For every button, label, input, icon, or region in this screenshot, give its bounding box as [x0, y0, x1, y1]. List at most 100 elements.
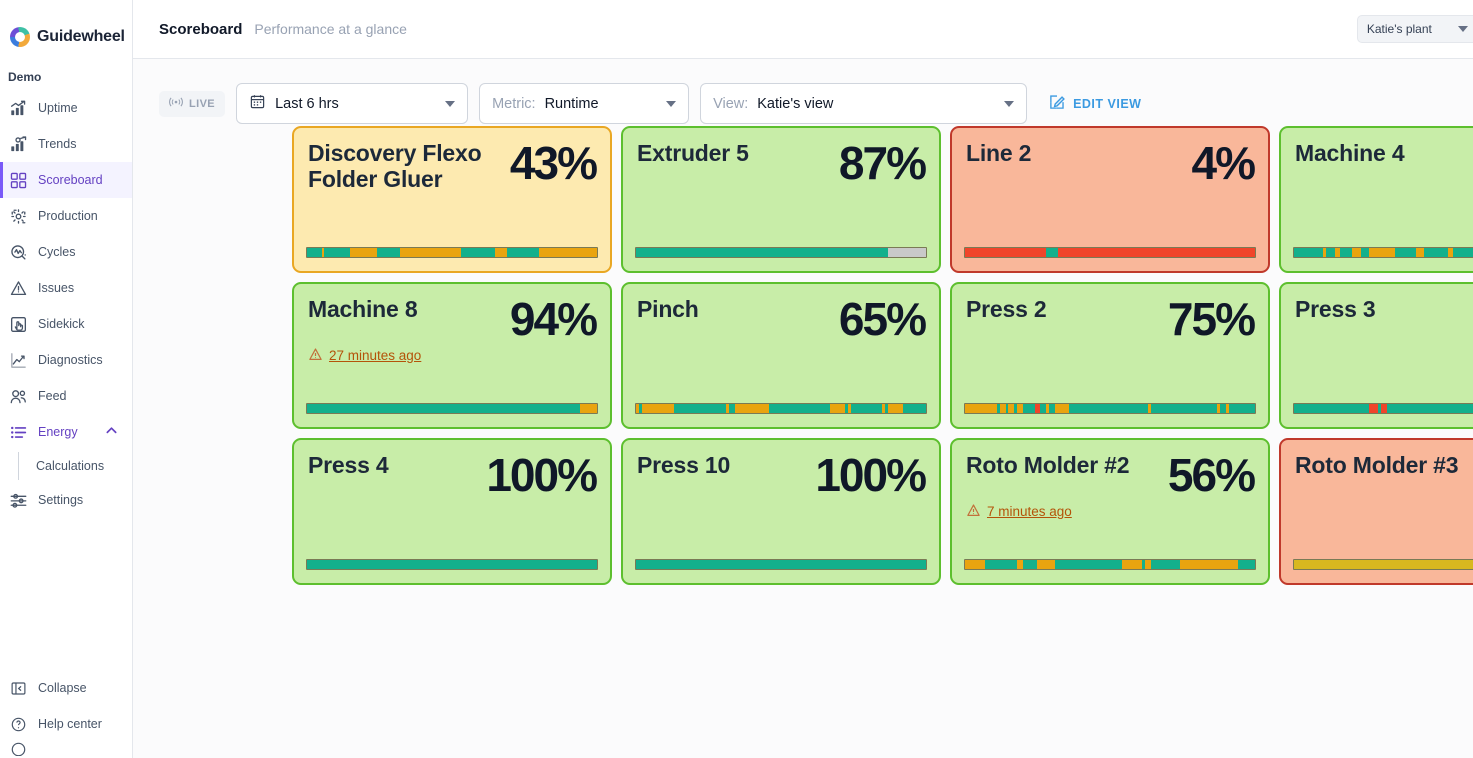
scoreboard-card[interactable]: Machine 4 74%	[1279, 126, 1473, 273]
card-timeline-bar[interactable]	[964, 559, 1256, 570]
sidebar-subitem-label: Calculations	[36, 459, 105, 473]
timeline-segment	[1294, 560, 1473, 569]
circle-icon	[8, 742, 28, 756]
view-select[interactable]: View: Katie's view	[700, 83, 1028, 124]
trends-chart-icon	[8, 134, 28, 154]
timeline-segment	[1150, 404, 1218, 413]
edit-view-button[interactable]: EDIT VIEW	[1048, 93, 1141, 114]
card-timeline-bar[interactable]	[964, 247, 1256, 258]
card-header: Discovery Flexo Folder Gluer 43%	[308, 137, 598, 193]
sidebar-item-trends[interactable]: Trends	[0, 126, 132, 162]
card-machine-name: Press 3	[1295, 296, 1376, 322]
timeline-segment	[1237, 560, 1255, 569]
plant-selector[interactable]: Katie's plant	[1356, 15, 1473, 43]
card-percent-value: 43%	[509, 137, 598, 189]
top-bar: Scoreboard Performance at a glance Katie…	[133, 0, 1473, 59]
sidebar-item-sidekick[interactable]: Sidekick	[0, 306, 132, 342]
timeline-segment	[1022, 404, 1035, 413]
card-timeline-bar[interactable]	[1293, 559, 1473, 570]
scoreboard-card[interactable]: Press 2 75%	[950, 282, 1270, 429]
sidebar-item-production[interactable]: Production	[0, 198, 132, 234]
sidebar-item-label: Uptime	[38, 101, 78, 115]
sidebar-item-energy[interactable]: Energy	[0, 414, 132, 450]
card-timeline-bar[interactable]	[306, 403, 598, 414]
timeline-segment	[1294, 404, 1370, 413]
card-percent-value: 100%	[815, 449, 927, 501]
sidebar-item-uptime[interactable]: Uptime	[0, 90, 132, 126]
sidebar-item-help-center[interactable]: Help center	[0, 706, 132, 742]
sidebar-bottom: Collapse Help center	[0, 670, 132, 758]
timeline-segment	[1046, 248, 1058, 257]
sidebar-subitem-calculations[interactable]: Calculations	[0, 450, 132, 482]
card-timeline-bar[interactable]	[635, 559, 927, 570]
chevron-down-icon	[1457, 26, 1468, 32]
card-machine-name: Roto Molder #3	[1295, 452, 1459, 478]
alert-triangle-icon	[308, 347, 323, 365]
card-header: Press 4 100%	[308, 452, 598, 498]
sidebar-item-label: Settings	[38, 493, 84, 507]
timeline-segment	[1360, 248, 1370, 257]
scoreboard-card[interactable]: Discovery Flexo Folder Gluer 43%	[292, 126, 612, 273]
issues-warning-icon	[8, 278, 28, 298]
guidewheel-logo-icon	[10, 27, 30, 47]
card-timeline-bar[interactable]	[306, 559, 598, 570]
scoreboard-card[interactable]: Press 4 100%	[292, 438, 612, 585]
sidebar-item-cycles[interactable]: Cycles	[0, 234, 132, 270]
card-timeline-bar[interactable]	[1293, 247, 1473, 258]
card-timeline-bar[interactable]	[635, 247, 927, 258]
timeline-segment	[673, 404, 726, 413]
scoreboard-card[interactable]: Extruder 5 87%	[621, 126, 941, 273]
top-bar-actions: Katie's plant New issue	[1356, 15, 1473, 43]
timeline-segment	[1069, 404, 1148, 413]
timeline-segment	[1057, 248, 1255, 257]
timeline-segment	[636, 560, 926, 569]
sidebar-nav: Uptime Trends Scoreboard Production Cycl…	[0, 90, 132, 518]
card-timeline-bar[interactable]	[306, 247, 598, 258]
timeline-segment	[307, 248, 322, 257]
timeline-segment	[850, 404, 883, 413]
sidebar-item-feed[interactable]: Feed	[0, 378, 132, 414]
timeline-segment	[307, 404, 580, 413]
card-alert-link[interactable]: 7 minutes ago	[966, 503, 1254, 521]
timeline-segment	[538, 248, 597, 257]
scoreboard-card[interactable]: Press 3 92%	[1279, 282, 1473, 429]
card-machine-name: Machine 8	[308, 296, 418, 322]
timeline-segment	[769, 404, 831, 413]
timeline-segment	[1150, 560, 1180, 569]
timeline-segment	[324, 248, 351, 257]
card-alert-link[interactable]: 27 minutes ago	[308, 347, 596, 365]
sidebar-item-label: Collapse	[38, 681, 87, 695]
edit-pencil-icon	[1048, 93, 1066, 114]
scoreboard-card[interactable]: Roto Molder #2 56% 7 minutes ago	[950, 438, 1270, 585]
card-machine-name: Extruder 5	[637, 140, 749, 166]
sidebar-item-collapse[interactable]: Collapse	[0, 670, 132, 706]
chevron-up-icon	[105, 424, 118, 440]
card-header: Roto Molder #2 56%	[966, 452, 1256, 498]
sidebar-item-issues[interactable]: Issues	[0, 270, 132, 306]
sidebar-item-settings[interactable]: Settings	[0, 482, 132, 518]
timeline-segment	[985, 560, 1018, 569]
timeline-segment	[1054, 404, 1070, 413]
card-timeline-bar[interactable]	[964, 403, 1256, 414]
sidebar-item-partial[interactable]	[0, 742, 132, 756]
card-timeline-bar[interactable]	[635, 403, 927, 414]
timeline-segment	[965, 560, 986, 569]
live-toggle[interactable]: LIVE	[159, 90, 226, 117]
scoreboard-card[interactable]: Pinch 65%	[621, 282, 941, 429]
live-label: LIVE	[189, 97, 216, 110]
card-machine-name: Pinch	[637, 296, 699, 322]
date-range-select[interactable]: Last 6 hrs	[236, 83, 469, 124]
scoreboard-card[interactable]: Line 2 4%	[950, 126, 1270, 273]
timeline-segment	[1228, 404, 1255, 413]
sidebar-item-diagnostics[interactable]: Diagnostics	[0, 342, 132, 378]
sidebar-item-scoreboard[interactable]: Scoreboard	[0, 162, 132, 198]
brand-logo[interactable]: Guidewheel	[0, 0, 132, 56]
metric-select[interactable]: Metric: Runtime	[479, 83, 690, 124]
page-subtitle: Performance at a glance	[254, 21, 407, 37]
timeline-segment	[579, 404, 597, 413]
card-timeline-bar[interactable]	[1293, 403, 1473, 414]
scoreboard-card[interactable]: Roto Molder #3 9%	[1279, 438, 1473, 585]
scoreboard-card[interactable]: Press 10 100%	[621, 438, 941, 585]
scoreboard-card[interactable]: Machine 8 94% 27 minutes ago	[292, 282, 612, 429]
timeline-segment	[1395, 248, 1416, 257]
